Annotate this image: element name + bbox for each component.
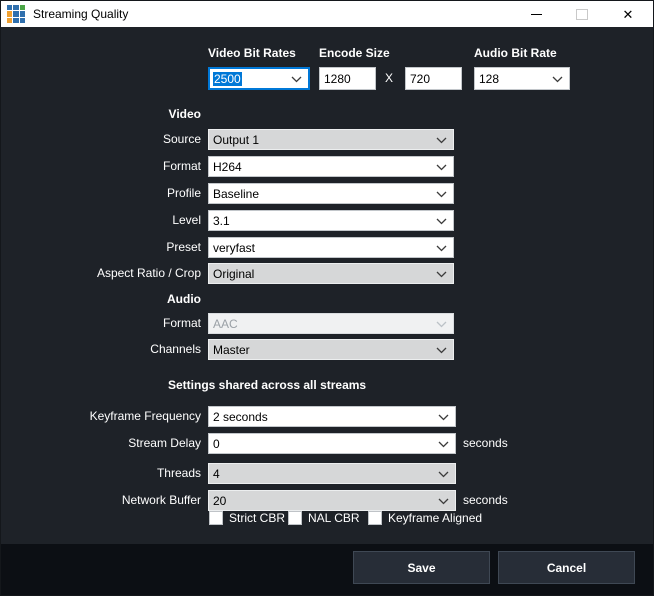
video-bit-rate-value: 2500: [213, 72, 242, 86]
audio-format-combobox: AAC: [208, 313, 454, 334]
video-bit-rates-heading: Video Bit Rates: [208, 46, 296, 60]
chevron-down-icon: [438, 498, 449, 505]
video-section-header: Video: [5, 107, 201, 121]
chevron-down-icon: [436, 137, 447, 144]
chevron-down-icon: [436, 191, 447, 198]
strict-cbr-checkbox[interactable]: Strict CBR: [209, 511, 285, 525]
chevron-down-icon: [436, 218, 447, 225]
network-buffer-label: Network Buffer: [5, 490, 201, 511]
source-label: Source: [5, 129, 201, 150]
encode-size-heading: Encode Size: [319, 46, 390, 60]
encode-size-separator: X: [385, 68, 393, 89]
profile-value: Baseline: [213, 187, 259, 201]
maximize-button: [559, 1, 605, 27]
audio-bit-rate-value: 128: [479, 72, 499, 86]
aspect-ratio-crop-value: Original: [213, 267, 254, 281]
chevron-down-icon: [436, 164, 447, 171]
close-button[interactable]: ✕: [605, 1, 651, 27]
window-title: Streaming Quality: [33, 7, 128, 21]
profile-label: Profile: [5, 183, 201, 204]
video-bit-rate-combobox[interactable]: 2500: [208, 67, 310, 90]
audio-section-header: Audio: [5, 292, 201, 306]
threads-value: 4: [213, 467, 220, 481]
threads-combobox[interactable]: 4: [208, 463, 456, 484]
profile-combobox[interactable]: Baseline: [208, 183, 454, 204]
keyframe-aligned-checkbox[interactable]: Keyframe Aligned: [368, 511, 482, 525]
keyframe-frequency-value: 2 seconds: [213, 410, 268, 424]
source-combobox[interactable]: Output 1: [208, 129, 454, 150]
stream-delay-combobox[interactable]: 0: [208, 433, 456, 454]
chevron-down-icon: [438, 471, 449, 478]
preset-combobox[interactable]: veryfast: [208, 237, 454, 258]
chevron-down-icon: [436, 245, 447, 252]
network-buffer-suffix: seconds: [463, 490, 508, 511]
chevron-down-icon: [436, 321, 447, 328]
titlebar: Streaming Quality ✕: [1, 1, 653, 27]
channels-value: Master: [213, 343, 250, 357]
chevron-down-icon: [552, 76, 563, 83]
chevron-down-icon: [436, 347, 447, 354]
minimize-button[interactable]: [513, 1, 559, 27]
chevron-down-icon: [438, 441, 449, 448]
format-label: Format: [5, 156, 201, 177]
checkbox-icon[interactable]: [368, 511, 382, 525]
format-value: H264: [213, 160, 242, 174]
cancel-button[interactable]: Cancel: [498, 551, 635, 584]
maximize-icon: [576, 9, 588, 20]
stream-delay-suffix: seconds: [463, 433, 508, 454]
close-icon: ✕: [623, 8, 634, 21]
chevron-down-icon: [438, 414, 449, 421]
channels-combobox[interactable]: Master: [208, 339, 454, 360]
footer-bar: Save Cancel: [1, 544, 653, 596]
source-value: Output 1: [213, 133, 259, 147]
audio-bit-rate-combobox[interactable]: 128: [474, 67, 570, 90]
save-button[interactable]: Save: [353, 551, 490, 584]
nal-cbr-checkbox[interactable]: NAL CBR: [288, 511, 360, 525]
audio-bit-rate-heading: Audio Bit Rate: [474, 46, 557, 60]
audio-format-label: Format: [5, 313, 201, 334]
network-buffer-combobox[interactable]: 20: [208, 490, 456, 511]
encode-height-input[interactable]: 720: [405, 67, 462, 90]
streaming-quality-dialog: Streaming Quality ✕ Video Bit Rates Enco…: [0, 0, 654, 596]
keyframe-aligned-label: Keyframe Aligned: [388, 511, 482, 525]
preset-value: veryfast: [213, 241, 255, 255]
strict-cbr-label: Strict CBR: [229, 511, 285, 525]
chevron-down-icon: [436, 271, 447, 278]
checkbox-icon[interactable]: [288, 511, 302, 525]
checkbox-icon[interactable]: [209, 511, 223, 525]
nal-cbr-label: NAL CBR: [308, 511, 360, 525]
level-combobox[interactable]: 3.1: [208, 210, 454, 231]
keyframe-frequency-combobox[interactable]: 2 seconds: [208, 406, 456, 427]
audio-format-value: AAC: [213, 317, 238, 331]
stream-delay-value: 0: [213, 437, 220, 451]
shared-settings-header: Settings shared across all streams: [168, 378, 366, 392]
level-label: Level: [5, 210, 201, 231]
aspect-ratio-crop-combobox[interactable]: Original: [208, 263, 454, 284]
encode-width-input[interactable]: 1280: [319, 67, 376, 90]
app-logo-icon: [7, 5, 25, 23]
network-buffer-value: 20: [213, 494, 226, 508]
threads-label: Threads: [5, 463, 201, 484]
aspect-ratio-crop-label: Aspect Ratio / Crop: [5, 263, 201, 284]
format-combobox[interactable]: H264: [208, 156, 454, 177]
preset-label: Preset: [5, 237, 201, 258]
channels-label: Channels: [5, 339, 201, 360]
stream-delay-label: Stream Delay: [5, 433, 201, 454]
chevron-down-icon: [291, 76, 302, 83]
level-value: 3.1: [213, 214, 230, 228]
minimize-icon: [531, 14, 542, 15]
keyframe-frequency-label: Keyframe Frequency: [5, 406, 201, 427]
